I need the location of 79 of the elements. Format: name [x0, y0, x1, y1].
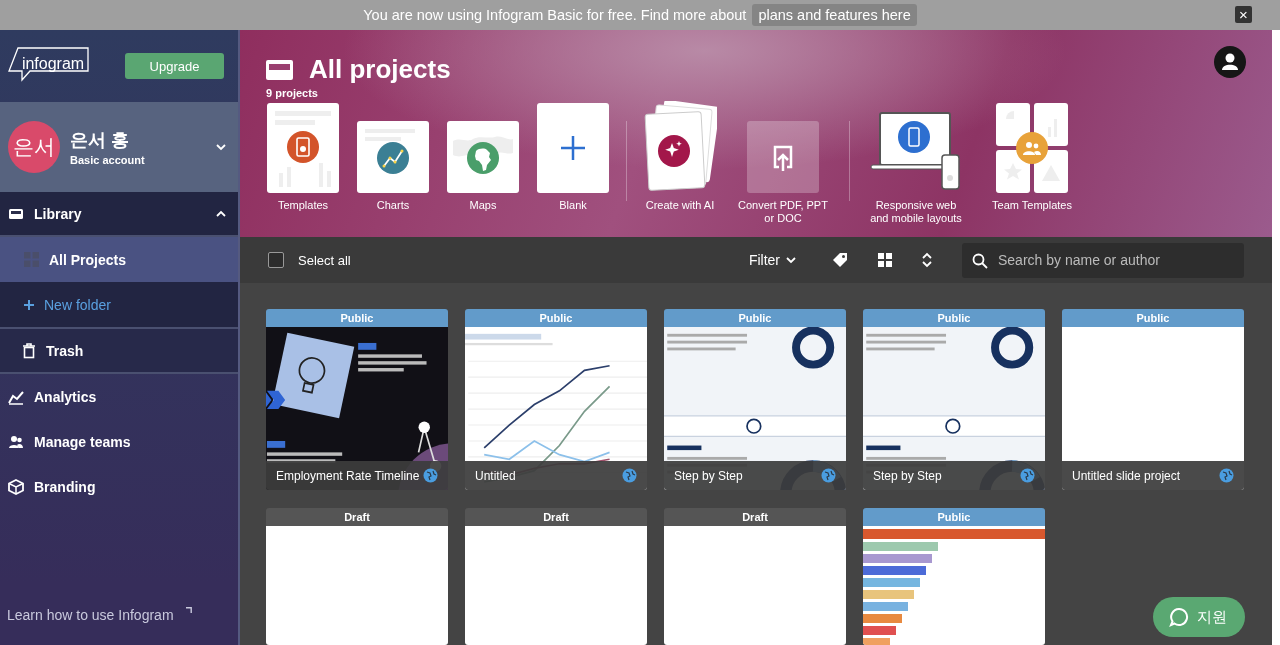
project-title: Employment Rate Timeline [276, 468, 421, 483]
nav-item[interactable]: Trash [0, 327, 238, 372]
status-label: Draft [465, 508, 647, 526]
page-title: All projects [309, 54, 451, 85]
plus-icon [537, 103, 609, 193]
line-chart-icon [357, 121, 429, 193]
close-button[interactable]: × [1235, 6, 1252, 23]
external-link-icon [185, 607, 192, 613]
chevron-down-icon[interactable] [216, 143, 226, 151]
status-label: Public [1062, 309, 1244, 327]
project-title: Untitled [475, 468, 517, 483]
africa-map-icon [447, 121, 519, 193]
select-all-label: Select all [298, 252, 351, 268]
sparkle-cards-icon [643, 101, 717, 193]
project-card[interactable]: Public Step by Step [863, 309, 1045, 490]
cube-icon [8, 478, 24, 495]
templates-icon [267, 103, 339, 193]
create-option[interactable]: Responsive web and mobile layouts [866, 101, 966, 226]
profile-icon[interactable] [1214, 46, 1246, 78]
user-name: 은서 홍 [70, 129, 130, 152]
globe-icon [1219, 468, 1234, 483]
search-icon [972, 252, 988, 269]
tag-icon[interactable] [832, 252, 848, 268]
project-card[interactable]: Public Untitled [465, 309, 647, 490]
status-label: Public [465, 309, 647, 327]
status-label: Public [266, 309, 448, 327]
banner-text: You are now using Infogram Basic for free. Find more about [363, 7, 747, 23]
status-label: Public [664, 309, 846, 327]
grid-view-icon[interactable] [878, 253, 892, 267]
project-title: Step by Step [873, 468, 943, 483]
status-label: Draft [664, 508, 846, 526]
create-option[interactable]: Templates [266, 101, 340, 213]
avatar: 은서 [8, 121, 60, 173]
project-card[interactable]: Public Step by Step [664, 309, 846, 490]
help-link[interactable]: Learn how to use Infogram [7, 607, 174, 623]
globe-icon [1020, 468, 1035, 483]
status-label: Draft [266, 508, 448, 526]
project-count: 9 projects [266, 87, 319, 99]
chat-bubble-icon [1169, 607, 1189, 627]
sort-icon[interactable] [922, 252, 932, 268]
grid-icon [24, 252, 39, 267]
team-icon [996, 103, 1068, 193]
globe-icon [622, 468, 637, 483]
create-option[interactable]: Convert PDF, PPT or DOC [733, 101, 833, 226]
create-option[interactable]: Team Templates [982, 101, 1082, 213]
create-option[interactable]: Maps [446, 101, 520, 213]
nav-item[interactable]: All Projects [0, 237, 238, 282]
globe-icon [821, 468, 836, 483]
plans-link[interactable]: plans and features here [752, 4, 917, 26]
account-panel[interactable]: 은서 은서 홍 Basic account [0, 102, 238, 192]
chevron-up-icon[interactable] [216, 210, 226, 217]
nav-item[interactable]: Branding [0, 464, 238, 509]
status-label: Public [863, 309, 1045, 327]
project-card[interactable]: Public Employment Rate Timeline [266, 309, 448, 490]
new-folder-link[interactable]: New folder [0, 282, 238, 327]
nav-item[interactable]: Manage teams [0, 419, 238, 464]
select-all-checkbox[interactable] [268, 252, 284, 268]
account-plan: Basic account [70, 154, 146, 166]
create-option[interactable]: Blank [536, 101, 610, 213]
status-label: Public [863, 508, 1045, 526]
chevron-down-icon [786, 256, 796, 264]
project-card[interactable]: Draft [664, 508, 846, 645]
tray-icon [266, 59, 293, 80]
project-title: Step by Step [674, 468, 744, 483]
nav-item[interactable]: Analytics [0, 374, 238, 419]
plus-icon [24, 299, 34, 310]
filter-button[interactable]: Filter [742, 251, 802, 269]
people-icon [8, 433, 24, 450]
upload-icon [747, 121, 819, 193]
project-title: Untitled slide project [1072, 468, 1182, 483]
project-card[interactable]: Public Untitled slide project [1062, 309, 1244, 490]
logo[interactable]: infogram [8, 47, 90, 81]
project-card[interactable]: Draft [266, 508, 448, 645]
trash-icon [22, 342, 36, 359]
create-option[interactable]: Create with AI [643, 101, 717, 213]
globe-icon [423, 468, 438, 483]
project-card[interactable]: Draft [465, 508, 647, 645]
search-field[interactable]: Search by name or author [962, 242, 1244, 278]
create-option[interactable]: Charts [356, 101, 430, 213]
